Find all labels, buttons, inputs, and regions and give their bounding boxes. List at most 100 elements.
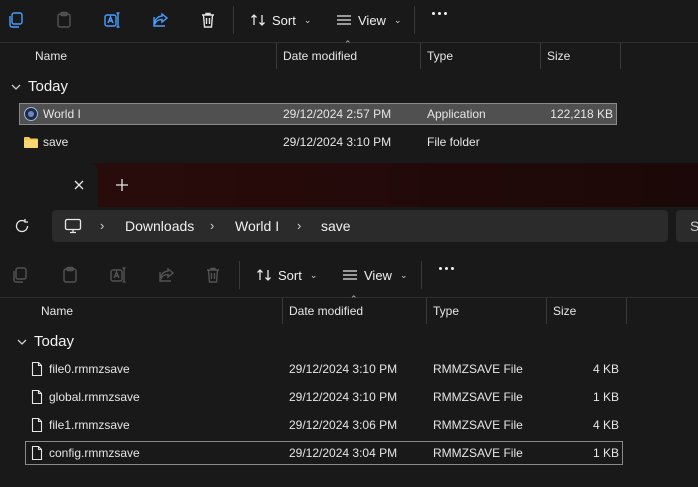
sort-icon xyxy=(251,14,265,26)
folder-icon xyxy=(24,137,38,148)
folder-date: 29/12/2024 3:10 PM xyxy=(283,135,392,149)
file-row[interactable]: file1.rmmzsave 29/12/2024 3:06 PM RMMZSA… xyxy=(0,413,698,437)
chevron-down-icon: ⌄ xyxy=(303,14,312,25)
file-icon xyxy=(31,417,43,433)
chevron-down-icon: ⌄ xyxy=(309,269,318,280)
breadcrumb-chevron-icon[interactable]: › xyxy=(210,218,214,233)
file-date: 29/12/2024 3:04 PM xyxy=(289,446,398,460)
toolbar-separator xyxy=(233,6,234,34)
close-icon[interactable] xyxy=(71,177,87,193)
chevron-down-icon: ⌄ xyxy=(393,14,402,25)
column-divider[interactable] xyxy=(426,298,427,324)
refresh-icon[interactable] xyxy=(14,218,30,234)
explorer-window-back: Sort ⌄ View ⌄ Name ⌃ Date modified Type … xyxy=(0,0,698,163)
folder-row[interactable]: save 29/12/2024 3:10 PM File folder xyxy=(0,130,698,154)
group-label: Today xyxy=(28,78,69,95)
sort-button[interactable]: Sort ⌄ xyxy=(250,8,311,32)
breadcrumb-chevron-icon[interactable]: › xyxy=(100,218,104,233)
file-size: 1 KB xyxy=(592,390,619,404)
rename-icon[interactable] xyxy=(104,263,132,287)
column-header-row: Name ⌃ Date modified Type Size xyxy=(0,294,698,324)
file-size: 122,218 KB xyxy=(550,107,613,121)
copy-icon[interactable] xyxy=(6,263,34,287)
more-options-icon[interactable] xyxy=(439,267,454,270)
toolbar-separator xyxy=(414,6,415,34)
file-size: 4 KB xyxy=(592,362,619,376)
column-header-date[interactable]: Date modified xyxy=(289,304,363,318)
file-row[interactable]: file0.rmmzsave 29/12/2024 3:10 PM RMMZSA… xyxy=(0,357,698,381)
column-header-size[interactable]: Size xyxy=(553,304,576,318)
column-divider[interactable] xyxy=(626,298,627,324)
column-header-name[interactable]: Name xyxy=(41,304,73,318)
chevron-down-icon xyxy=(17,339,27,345)
file-name: file1.rmmzsave xyxy=(49,418,130,432)
this-pc-icon xyxy=(64,218,82,234)
file-date: 29/12/2024 3:06 PM xyxy=(289,418,398,432)
column-divider[interactable] xyxy=(546,298,547,324)
file-name: config.rmmzsave xyxy=(49,446,140,460)
paste-icon[interactable] xyxy=(56,263,84,287)
file-row[interactable]: World I 29/12/2024 2:57 PM Application 1… xyxy=(0,102,698,126)
delete-icon[interactable] xyxy=(194,8,222,32)
delete-icon[interactable] xyxy=(199,263,227,287)
group-label: Today xyxy=(34,333,75,350)
share-icon[interactable] xyxy=(146,8,174,32)
column-header-date[interactable]: Date modified xyxy=(283,49,357,63)
search-placeholder: S xyxy=(690,218,698,234)
file-icon xyxy=(31,389,43,405)
search-box[interactable]: S xyxy=(676,210,698,242)
column-header-type[interactable]: Type xyxy=(427,49,453,63)
column-divider[interactable] xyxy=(420,43,421,69)
view-button[interactable]: View ⌄ xyxy=(342,263,408,287)
tab-active[interactable] xyxy=(0,163,98,207)
column-header-size[interactable]: Size xyxy=(547,49,570,63)
file-size: 4 KB xyxy=(592,418,619,432)
folder-type: File folder xyxy=(427,135,480,149)
file-date: 29/12/2024 3:10 PM xyxy=(289,362,398,376)
column-header-row: Name ⌃ Date modified Type Size xyxy=(0,39,698,69)
sort-button[interactable]: Sort ⌄ xyxy=(256,263,317,287)
file-type: Application xyxy=(427,107,486,121)
file-date: 29/12/2024 2:57 PM xyxy=(283,107,392,121)
sort-label: Sort xyxy=(278,267,302,283)
breadcrumb-save[interactable]: save xyxy=(321,218,351,234)
file-icon xyxy=(31,361,43,377)
column-header-type[interactable]: Type xyxy=(433,304,459,318)
sort-icon xyxy=(257,269,271,281)
paste-icon[interactable] xyxy=(50,8,78,32)
column-header-name[interactable]: Name xyxy=(35,49,67,63)
group-header-today[interactable]: Today xyxy=(10,78,68,95)
file-icon xyxy=(31,445,43,461)
navigation-bar: › Downloads › World I › save S xyxy=(0,207,698,247)
breadcrumb-downloads[interactable]: Downloads xyxy=(125,218,194,234)
folder-name: save xyxy=(43,135,69,149)
more-options-icon[interactable] xyxy=(432,12,447,15)
share-icon[interactable] xyxy=(152,263,180,287)
file-name: file0.rmmzsave xyxy=(49,362,130,376)
column-divider[interactable] xyxy=(282,298,283,324)
command-bar: Sort ⌄ View ⌄ xyxy=(0,0,698,40)
file-date: 29/12/2024 3:10 PM xyxy=(289,390,398,404)
chevron-down-icon: ⌄ xyxy=(399,269,408,280)
copy-icon[interactable] xyxy=(2,8,30,32)
plus-icon[interactable] xyxy=(114,177,130,193)
file-name: global.rmmzsave xyxy=(49,390,140,404)
sort-label: Sort xyxy=(272,12,296,28)
file-row[interactable]: config.rmmzsave 29/12/2024 3:04 PM RMMZS… xyxy=(0,441,698,465)
file-size: 1 KB xyxy=(592,446,619,460)
file-row[interactable]: global.rmmzsave 29/12/2024 3:10 PM RMMZS… xyxy=(0,385,698,409)
file-type: RMMZSAVE File xyxy=(433,446,523,460)
file-type: RMMZSAVE File xyxy=(433,418,523,432)
column-divider[interactable] xyxy=(540,43,541,69)
command-bar: Sort ⌄ View ⌄ xyxy=(0,255,698,295)
toolbar-separator xyxy=(239,261,240,289)
column-divider[interactable] xyxy=(276,43,277,69)
column-divider[interactable] xyxy=(620,43,621,69)
breadcrumb-chevron-icon[interactable]: › xyxy=(297,218,301,233)
address-bar[interactable]: › Downloads › World I › save xyxy=(52,210,668,242)
group-header-today[interactable]: Today xyxy=(16,333,74,350)
file-name: World I xyxy=(43,107,81,121)
breadcrumb-world[interactable]: World I xyxy=(235,218,279,234)
rename-icon[interactable] xyxy=(98,8,126,32)
view-button[interactable]: View ⌄ xyxy=(336,8,402,32)
